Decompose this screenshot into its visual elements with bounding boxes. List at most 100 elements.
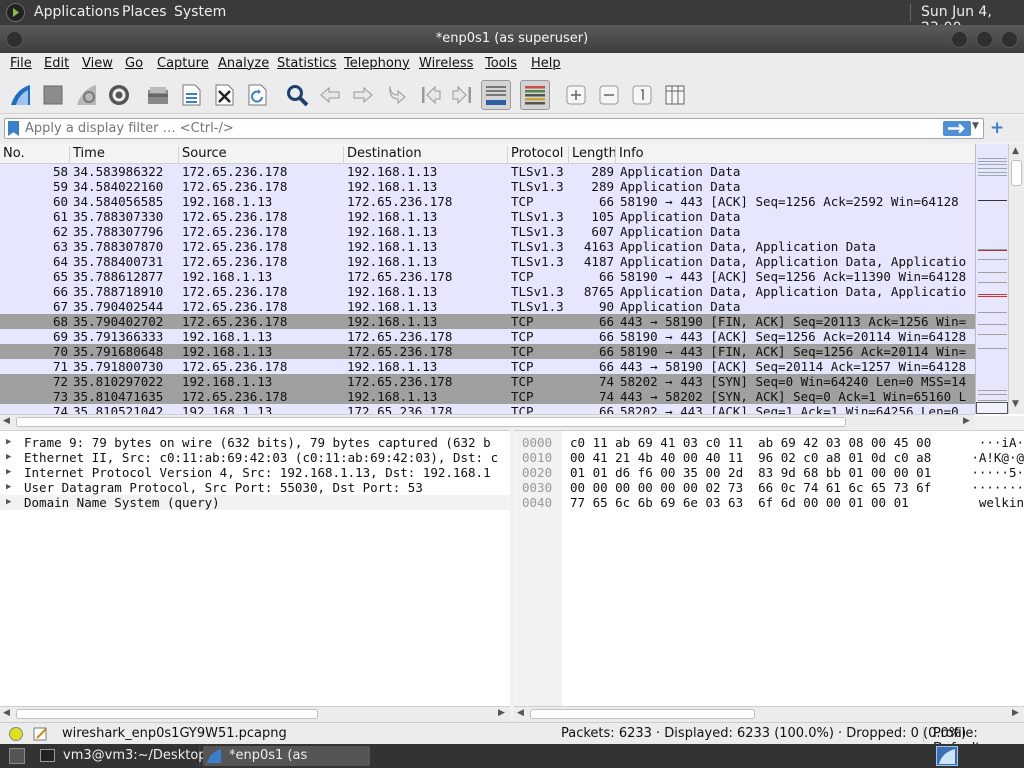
packet-row[interactable]: 71 35.791800730 172.65.236.178 192.168.1.13… <box>0 359 975 374</box>
scroll-right-icon[interactable]: ▶ <box>498 708 505 718</box>
column-header-info[interactable]: Info <box>615 146 975 164</box>
display-filter-input[interactable] <box>25 120 925 137</box>
go-back-icon[interactable] <box>317 82 343 108</box>
column-header-source[interactable]: Source <box>178 146 227 164</box>
packet-row[interactable]: 70 35.791680648 192.168.1.13 172.65.236.178… <box>0 344 975 359</box>
apply-filter-arrow-icon[interactable] <box>943 121 971 136</box>
packet-row[interactable]: 62 35.788307796 172.65.236.178 192.168.1.13… <box>0 224 975 239</box>
menu-help[interactable]: Help <box>531 56 561 71</box>
bytes-hscrollbar[interactable]: ◀ ▶ <box>514 706 1024 722</box>
packet-row[interactable]: 59 34.584022160 172.65.236.178 192.168.1.13… <box>0 179 975 194</box>
hex-bytes[interactable]: 00 41 21 4b 40 00 40 11 96 02 c0 a8 01 0… <box>570 450 931 465</box>
stop-capture-icon[interactable] <box>40 82 66 108</box>
detail-tree-item[interactable]: ▶ Frame 9: 79 bytes on wire (632 bits), 7… <box>0 435 510 450</box>
menu-view[interactable]: View <box>82 56 113 71</box>
normal-size-icon[interactable] <box>629 82 655 108</box>
tray-wireshark-icon[interactable] <box>936 746 958 766</box>
show-desktop-icon[interactable] <box>9 748 25 764</box>
window-titlebar[interactable]: *enp0s1 (as superuser) <box>0 25 1024 53</box>
filter-dropdown-icon[interactable]: ▼ <box>972 121 979 131</box>
display-filter-field[interactable]: ▼ <box>4 118 984 139</box>
packet-minimap[interactable] <box>975 144 1008 414</box>
menu-tools[interactable]: Tools <box>485 56 517 71</box>
hex-ascii[interactable]: ·A!K@·@ <box>967 450 1024 465</box>
close-button[interactable] <box>1001 31 1018 48</box>
add-filter-button-icon[interactable]: + <box>990 119 1004 137</box>
scroll-left-icon[interactable]: ◀ <box>517 708 524 718</box>
scroll-right-icon[interactable]: ▶ <box>1012 708 1019 718</box>
auto-scroll-icon[interactable] <box>481 80 511 110</box>
packet-row[interactable]: 64 35.788400731 172.65.236.178 192.168.1.13… <box>0 254 975 269</box>
open-file-icon[interactable] <box>145 82 171 108</box>
hex-bytes[interactable]: 77 65 6c 6b 69 6e 03 63 6f 6d 00 00 01 0… <box>570 495 909 510</box>
bookmark-icon[interactable] <box>8 121 19 136</box>
column-header-length[interactable]: Length <box>568 146 617 164</box>
start-capture-icon[interactable] <box>7 82 33 108</box>
zoom-out-icon[interactable] <box>596 82 622 108</box>
maximize-button[interactable] <box>976 31 993 48</box>
menu-file[interactable]: File <box>10 56 32 71</box>
go-to-packet-icon[interactable] <box>383 82 409 108</box>
close-file-icon[interactable] <box>211 82 237 108</box>
scroll-left-icon[interactable]: ◀ <box>3 708 10 718</box>
column-header-time[interactable]: Time <box>69 146 105 164</box>
expand-arrow-icon[interactable]: ▶ <box>6 450 11 465</box>
capture-options-icon[interactable] <box>106 82 132 108</box>
column-header-no[interactable]: No. <box>0 146 25 164</box>
capture-comment-icon[interactable] <box>33 726 49 746</box>
packet-row[interactable]: 63 35.788307870 172.65.236.178 192.168.1.13… <box>0 239 975 254</box>
hex-bytes[interactable]: 01 01 d6 f6 00 35 00 2d 83 9d 68 bb 01 0… <box>570 465 931 480</box>
packet-list-hscrollbar[interactable]: ◀ ▶ <box>0 414 975 429</box>
detail-tree-item[interactable]: ▶ Domain Name System (query) <box>0 495 510 510</box>
taskbar-terminal[interactable]: vm3@vm3:~/Desktop <box>37 746 207 766</box>
packet-row[interactable]: 66 35.788718910 172.65.236.178 192.168.1.13… <box>0 284 975 299</box>
detail-tree-item[interactable]: ▶ User Datagram Protocol, Src Port: 55030… <box>0 480 510 495</box>
scroll-thumb[interactable] <box>1011 160 1022 186</box>
packet-row[interactable]: 67 35.790402544 172.65.236.178 192.168.1.13… <box>0 299 975 314</box>
colorize-icon[interactable] <box>520 80 550 110</box>
resize-columns-icon[interactable] <box>662 82 688 108</box>
menu-statistics[interactable]: Statistics <box>277 56 336 71</box>
scroll-up-icon[interactable]: ▲ <box>1012 146 1019 156</box>
minimap-viewport[interactable] <box>976 402 1008 414</box>
hscroll-thumb[interactable] <box>530 709 755 719</box>
minimize-button[interactable] <box>951 31 968 48</box>
packet-row[interactable]: 60 34.584056585 192.168.1.13 172.65.236.178… <box>0 194 975 209</box>
restart-capture-icon[interactable] <box>73 82 99 108</box>
packet-row[interactable]: 65 35.788612877 192.168.1.13 172.65.236.178… <box>0 269 975 284</box>
scroll-down-icon[interactable]: ▼ <box>1012 399 1019 409</box>
expand-arrow-icon[interactable]: ▶ <box>6 495 11 510</box>
hscroll-thumb[interactable] <box>16 417 846 427</box>
packet-row[interactable]: 61 35.788307330 172.65.236.178 192.168.1.13… <box>0 209 975 224</box>
go-forward-icon[interactable] <box>350 82 376 108</box>
menu-analyze[interactable]: Analyze <box>218 56 269 71</box>
packet-row[interactable]: 72 35.810297022 192.168.1.13 172.65.236.178… <box>0 374 975 389</box>
packet-row[interactable]: 58 34.583986322 172.65.236.178 192.168.1.13… <box>0 164 975 179</box>
menu-wireless[interactable]: Wireless <box>419 56 473 71</box>
packet-row[interactable]: 69 35.791366333 192.168.1.13 172.65.236.178… <box>0 329 975 344</box>
hex-bytes[interactable]: c0 11 ab 69 41 03 c0 11 ab 69 42 03 08 0… <box>570 435 931 450</box>
places-menu[interactable]: Places <box>122 4 167 20</box>
go-last-packet-icon[interactable] <box>449 82 475 108</box>
taskbar-wireshark[interactable]: *enp0s1 (as superuser) <box>203 746 370 766</box>
scroll-right-icon[interactable]: ▶ <box>963 416 970 426</box>
find-packet-icon[interactable] <box>284 82 310 108</box>
expert-info-icon[interactable] <box>9 727 23 741</box>
scroll-left-icon[interactable]: ◀ <box>3 416 10 426</box>
hex-bytes[interactable]: 00 00 00 00 00 00 02 73 66 0c 74 61 6c 6… <box>570 480 931 495</box>
expand-arrow-icon[interactable]: ▶ <box>6 480 11 495</box>
go-first-packet-icon[interactable] <box>418 82 444 108</box>
hex-ascii[interactable]: welkin <box>967 495 1024 510</box>
expand-arrow-icon[interactable]: ▶ <box>6 435 11 450</box>
reload-file-icon[interactable] <box>244 82 270 108</box>
hscroll-thumb[interactable] <box>16 709 318 719</box>
hex-ascii[interactable]: ·····5· <box>967 465 1024 480</box>
expand-arrow-icon[interactable]: ▶ <box>6 465 11 480</box>
window-menu-button[interactable] <box>6 31 23 48</box>
menu-telephony[interactable]: Telephony <box>344 56 410 71</box>
save-file-icon[interactable] <box>178 82 204 108</box>
detail-tree-item[interactable]: ▶ Ethernet II, Src: c0:11:ab:69:42:03 (c0… <box>0 450 510 465</box>
column-header-destination[interactable]: Destination <box>343 146 422 164</box>
system-menu[interactable]: System <box>174 4 226 20</box>
zoom-in-icon[interactable] <box>563 82 589 108</box>
